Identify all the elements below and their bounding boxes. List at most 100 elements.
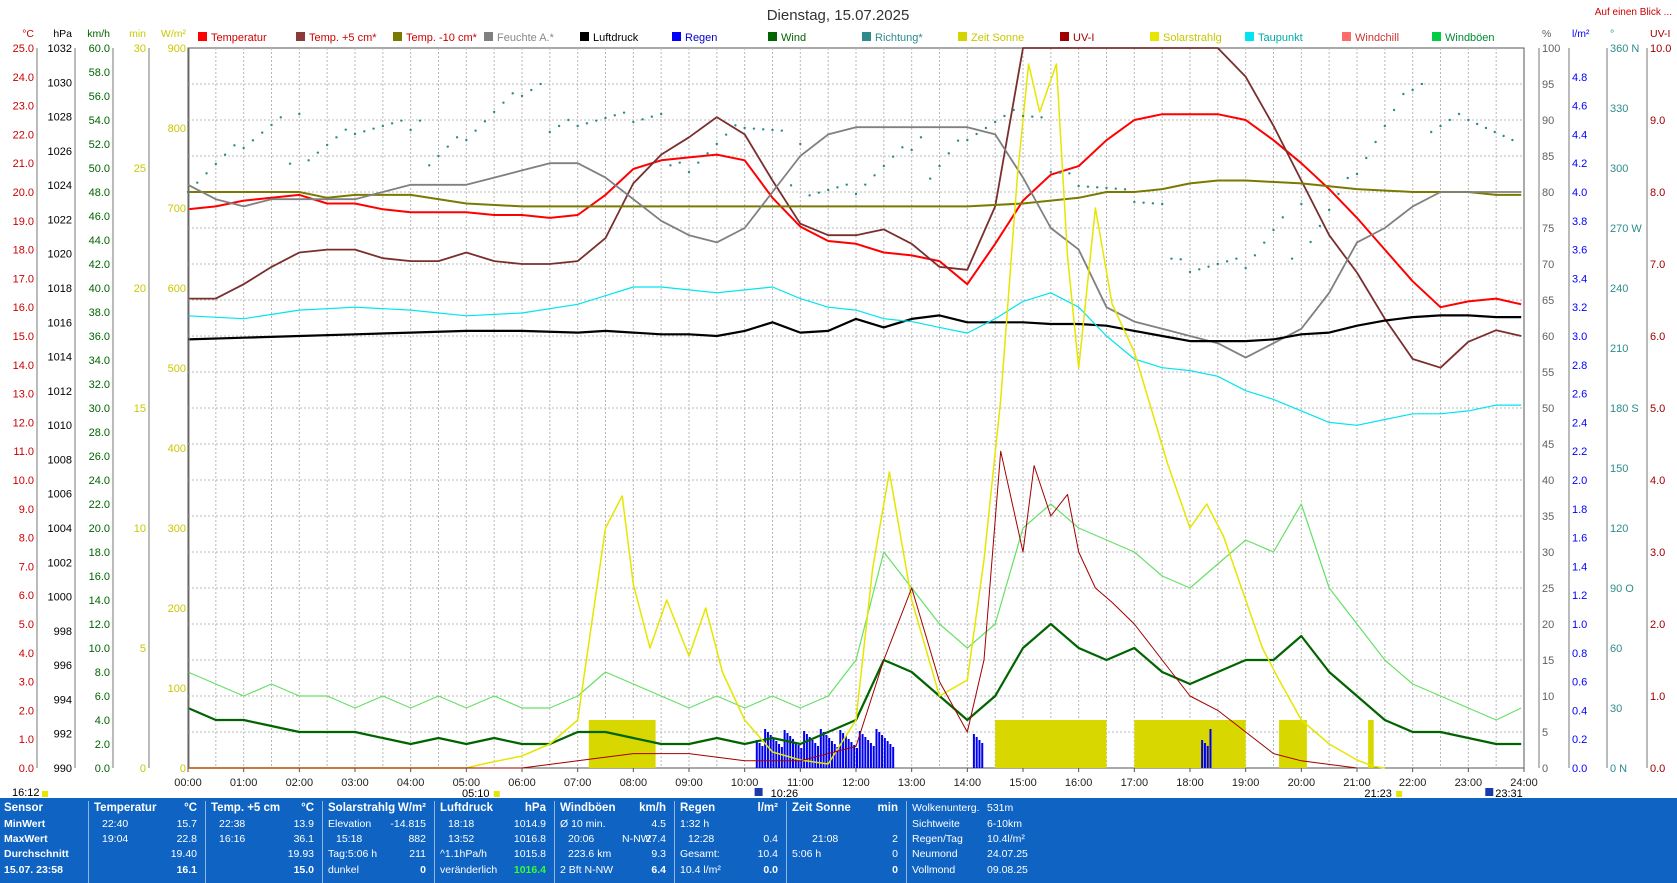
direction-point [1142,201,1145,204]
right-tick-label: 8.0 [1650,187,1665,199]
direction-point [910,148,913,152]
temp5-column: Temp. +5 cm °C 22:38 13.9 16:16 36.1 19.93 … [207,801,323,883]
direction-point [762,128,765,131]
direction-point [724,133,728,136]
direction-point [752,127,756,130]
legend-label: Luftdruck [593,32,639,44]
left-tick-label: 1.0 [19,734,34,746]
direction-point [1058,171,1062,174]
right-tick-label: 3.6 [1572,245,1587,257]
left-tick-label: 992 [54,729,72,741]
legend-label: UV-I [1073,32,1094,44]
sun-header: Zeit Sonne [792,802,851,814]
right-axis-unit: l/m² [1572,28,1590,40]
right-tick-label: 270 W [1610,223,1642,235]
left-tick-label: 10.0 [13,475,34,487]
direction-point [929,177,932,180]
x-tick-label: 17:00 [1121,777,1149,789]
rain-bar [869,743,872,768]
rain-bar [981,743,984,768]
chart-title: Dienstag, 15.07.2025 [767,7,910,24]
direction-point [353,132,357,136]
gusts-max: 27.4 [645,833,666,845]
direction-point [1123,188,1127,191]
direction-point [1021,114,1025,118]
left-tick-label: 2.0 [95,739,110,751]
right-tick-label: 25 [1542,583,1554,595]
left-tick-label: 58.0 [89,67,110,79]
right-tick-label: 20 [1542,619,1554,631]
left-tick-label: 26.0 [89,451,110,463]
direction-point [938,164,941,168]
right-tick-label: 4.2 [1572,158,1587,170]
gusts-bft: 2 Bft N-NW [560,864,614,876]
direction-point [984,126,988,130]
left-tick-label: 1010 [48,420,72,432]
direction-point [1502,134,1505,138]
rain-sum: 10.4 l/m² [680,864,721,876]
left-tick-label: 18.0 [89,547,110,559]
left-tick-label: 200 [168,603,186,615]
temp-current: 16.1 [176,864,197,876]
legend-label: Zeit Sonne [971,32,1024,44]
legend-label: Richtung* [875,32,923,44]
x-tick-label: 00:00 [174,777,202,789]
direction-point [1160,202,1164,206]
legend-label: Wind [781,32,806,44]
pressure-min-time: 18:18 [448,818,475,830]
rain-bar [861,734,864,768]
direction-point [780,129,783,132]
left-tick-label: 0.0 [19,763,34,775]
legend-swatch [198,32,207,41]
rain-bar [830,741,833,768]
direction-point [1235,257,1238,260]
x-tick-label: 16:00 [1065,777,1093,789]
right-tick-label: 45 [1542,439,1554,451]
rain-day: 10.4l/m² [987,833,1025,845]
gusts-max-time: 20:06 [568,833,595,845]
legend-swatch [768,32,777,41]
direction-point [1225,260,1229,263]
rain-day-label: Regen/Tag [912,833,963,845]
left-tick-label: 19.0 [13,216,34,228]
left-tick-label: 400 [168,443,186,455]
left-tick-label: 30 [134,43,146,55]
direction-point [743,126,746,130]
right-tick-label: 90 O [1610,583,1634,595]
direction-point [864,183,867,186]
gusts-current: 6.4 [651,864,666,876]
direction-point [1457,112,1461,116]
direction-point [363,130,366,133]
direction-point [1493,130,1496,134]
direction-point [975,132,978,136]
left-tick-label: 24.0 [89,475,110,487]
direction-point [530,88,533,92]
direction-point [1484,126,1488,130]
direction-point [1012,108,1015,112]
left-tick-label: 20 [134,283,146,295]
sun-block [1368,720,1374,768]
rain-bar [794,742,797,768]
sun-hours: 5:06 h [792,848,822,860]
x-tick-label: 22:00 [1399,777,1427,789]
direction-point [223,153,227,156]
direction-point [242,146,245,150]
left-tick-label: 13.0 [13,389,34,401]
right-tick-label: 2.8 [1572,360,1587,372]
overview-link[interactable]: Auf einen Blick ... [1595,7,1672,18]
direction-point [1281,216,1284,219]
direction-point [826,188,830,192]
left-tick-label: 22.0 [89,499,110,511]
left-tick-label: 25 [134,163,146,175]
right-tick-label: 40 [1542,475,1554,487]
solar-header: Solarstrahlg [328,802,396,814]
direction-point [372,127,375,130]
direction-point [947,152,950,155]
direction-point [799,142,802,146]
rain-bar [755,740,758,768]
left-tick-label: 0 [140,763,146,775]
left-tick-label: 22.0 [13,129,34,141]
min-label: MinWert [4,818,46,830]
gusts-avg10: 4.5 [651,818,666,830]
direction-point [882,164,886,168]
